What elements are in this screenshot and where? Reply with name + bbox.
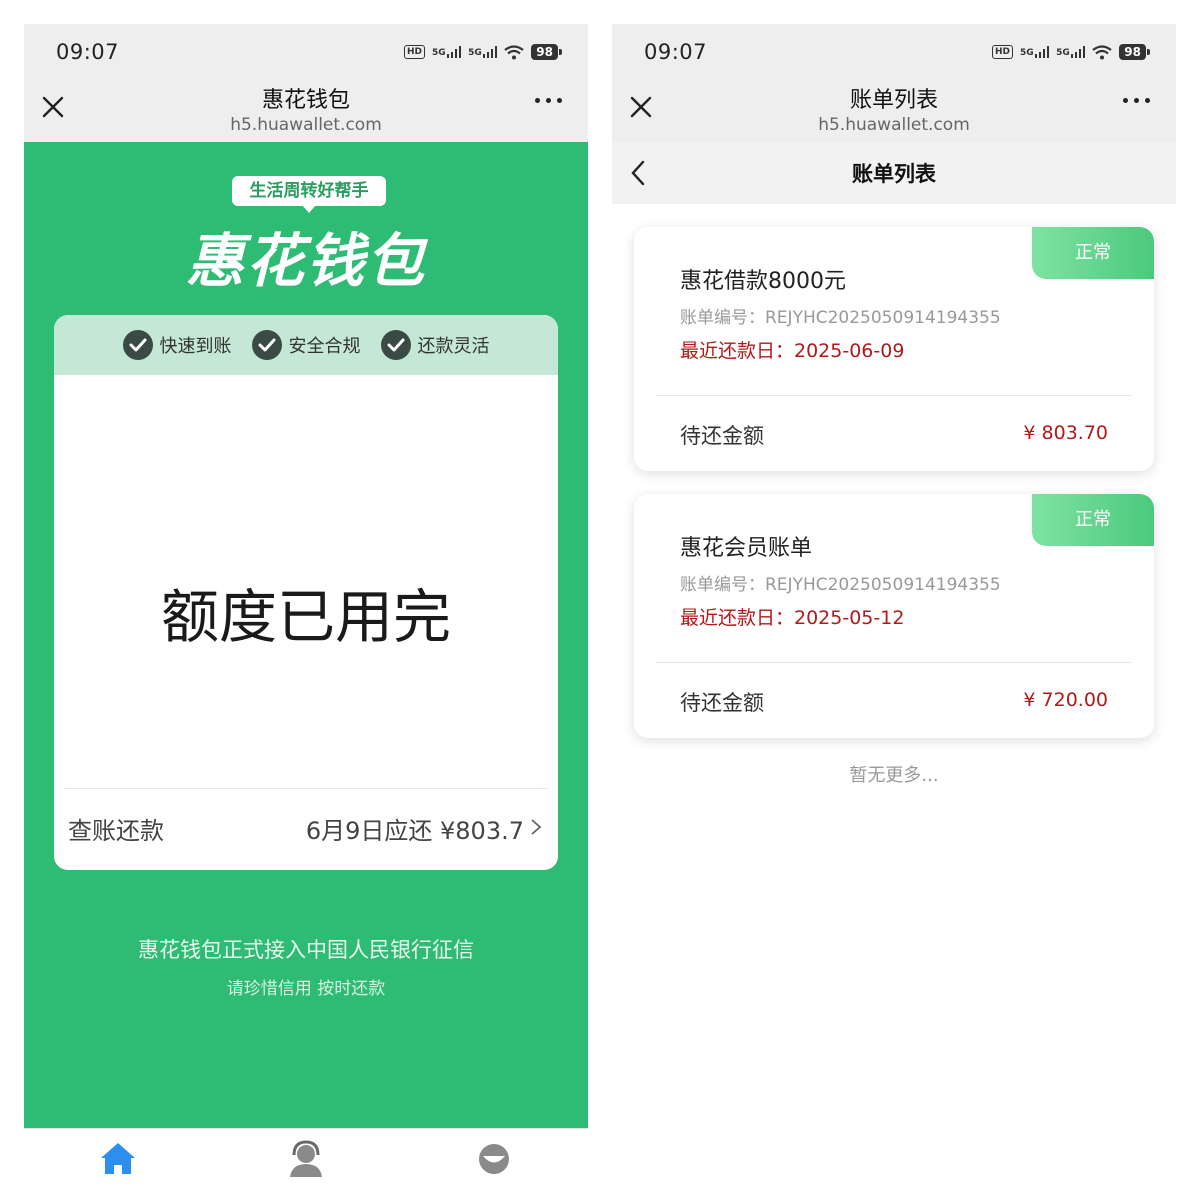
check-icon bbox=[380, 330, 411, 360]
divider bbox=[64, 788, 548, 789]
bottom-tab-bar bbox=[24, 1128, 588, 1200]
repay-due-info[interactable]: 6月9日应还 ¥803.7 bbox=[306, 811, 524, 846]
bill-number: 账单编号：REJYHC2025050914194355 bbox=[680, 575, 1001, 595]
home-icon[interactable] bbox=[98, 1139, 138, 1179]
no-more-text: 暂无更多... bbox=[849, 765, 939, 786]
bill-due-date: 最近还款日：2025-05-12 bbox=[680, 607, 905, 629]
signal-icon: 5G bbox=[1020, 46, 1050, 58]
bill-card[interactable]: 正常 惠花借款8000元 账单编号：REJYHC2025050914194355… bbox=[634, 227, 1154, 471]
brand-logo: 惠花钱包 bbox=[185, 227, 426, 295]
status-time: 09:07 bbox=[644, 40, 708, 64]
status-time: 09:07 bbox=[56, 40, 120, 64]
bill-list-title: 账单列表 bbox=[852, 162, 936, 186]
bill-title: 惠花借款8000元 bbox=[680, 269, 846, 294]
page-url: h5.huawallet.com bbox=[230, 115, 382, 135]
signal-icon: 5G bbox=[1056, 46, 1086, 58]
quota-panel: 额度已用完 查账还款 6月9日应还 ¥803.7 bbox=[54, 375, 558, 870]
amount-label: 待还金额 bbox=[680, 691, 764, 715]
status-icons: HD 5G 5G 98 bbox=[991, 44, 1150, 60]
amount-value: ¥ 803.70 bbox=[1023, 422, 1108, 444]
feature-bar: 快速到账 安全合规 还款灵活 bbox=[54, 315, 558, 375]
status-badge: 正常 bbox=[1032, 227, 1154, 279]
signal-icon: 5G bbox=[432, 46, 462, 58]
bill-due-date: 最近还款日：2025-06-09 bbox=[680, 340, 905, 362]
wifi-icon bbox=[1092, 44, 1112, 59]
battery-icon: 98 bbox=[1119, 44, 1150, 60]
status-icons: HD 5G 5G 98 bbox=[403, 44, 562, 60]
bill-card[interactable]: 正常 惠花会员账单 账单编号：REJYHC2025050914194355 最近… bbox=[634, 494, 1154, 738]
customer-service-icon[interactable] bbox=[286, 1139, 326, 1179]
feature-label: 还款灵活 bbox=[417, 336, 490, 357]
feature-item: 快速到账 bbox=[122, 330, 232, 360]
feature-item: 安全合规 bbox=[251, 330, 361, 360]
home-screen: 09:07 HD 5G 5G 98 惠花钱包 h5.huawallet.com bbox=[24, 24, 588, 1200]
divider bbox=[656, 395, 1132, 396]
credit-notice: 惠花钱包正式接入中国人民银行征信 bbox=[138, 938, 474, 962]
hd-icon: HD bbox=[403, 45, 425, 59]
slogan-tag: 生活周转好帮手 bbox=[232, 176, 386, 213]
sub-navigation: 账单列表 bbox=[612, 142, 1176, 204]
more-icon[interactable] bbox=[535, 98, 562, 103]
repay-link[interactable]: 查账还款 bbox=[68, 811, 164, 846]
signal-icon: 5G bbox=[468, 46, 498, 58]
bill-number: 账单编号：REJYHC2025050914194355 bbox=[680, 308, 1001, 328]
page-title: 惠花钱包 bbox=[261, 88, 350, 113]
check-icon bbox=[122, 330, 153, 360]
divider bbox=[656, 662, 1132, 663]
more-icon[interactable] bbox=[1123, 98, 1150, 103]
bill-title: 惠花会员账单 bbox=[680, 536, 813, 561]
credit-notice-sub: 请珍惜信用 按时还款 bbox=[226, 979, 386, 999]
feature-label: 快速到账 bbox=[159, 336, 232, 357]
feature-label: 安全合规 bbox=[288, 336, 361, 357]
page-url: h5.huawallet.com bbox=[818, 115, 970, 135]
status-badge: 正常 bbox=[1032, 494, 1154, 546]
battery-icon: 98 bbox=[531, 44, 562, 60]
check-icon bbox=[251, 330, 282, 360]
browser-top-bar: 09:07 HD 5G 5G 98 惠花钱包 h5.huawallet.com bbox=[24, 24, 588, 142]
hero-section: 生活周转好帮手 惠花钱包 快速到账 安全合规 还款灵活 额度已用完 查账还款 6… bbox=[24, 142, 588, 1128]
hd-icon: HD bbox=[991, 45, 1013, 59]
profile-icon[interactable] bbox=[474, 1139, 514, 1179]
credit-card: 快速到账 安全合规 还款灵活 额度已用完 查账还款 6月9日应还 ¥803.7 bbox=[54, 315, 558, 870]
page-title: 账单列表 bbox=[849, 88, 938, 113]
quota-message: 额度已用完 bbox=[160, 583, 451, 651]
browser-top-bar: 09:07 HD 5G 5G 98 账单列表 h5.huawallet.com bbox=[612, 24, 1176, 142]
wifi-icon bbox=[504, 44, 524, 59]
feature-item: 还款灵活 bbox=[380, 330, 490, 360]
amount-value: ¥ 720.00 bbox=[1023, 689, 1108, 711]
amount-label: 待还金额 bbox=[680, 424, 764, 448]
chevron-right-icon[interactable] bbox=[530, 818, 542, 836]
bill-list-screen: 09:07 HD 5G 5G 98 账单列表 h5.huawallet.com bbox=[612, 24, 1176, 1200]
